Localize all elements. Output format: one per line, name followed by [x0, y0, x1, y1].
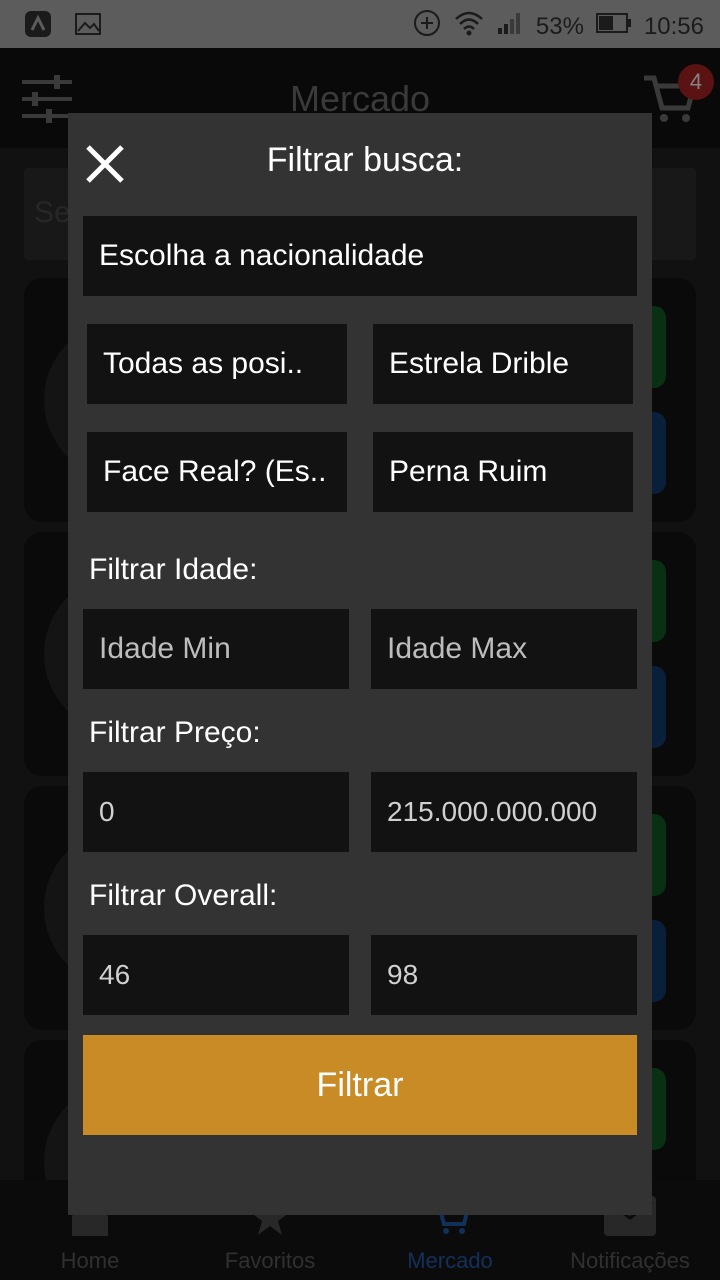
overall-max-input[interactable]: 98	[371, 935, 637, 1015]
price-min-input[interactable]: 0	[83, 772, 349, 852]
star-dribble-select[interactable]: Estrela Drible	[373, 324, 633, 404]
price-max-input[interactable]: 215.000.000.000	[371, 772, 637, 852]
age-min-input[interactable]: Idade Min	[83, 609, 349, 689]
position-select[interactable]: Todas as posi..	[87, 324, 347, 404]
filter-button[interactable]: Filtrar	[83, 1035, 637, 1135]
filter-dialog: Filtrar busca: Escolha a nacionalidade T…	[68, 113, 652, 1215]
signal-icon	[496, 10, 524, 43]
clock: 10:56	[643, 12, 704, 40]
age-filter-label: Filtrar Idade:	[89, 553, 258, 586]
overall-filter-label: Filtrar Overall:	[89, 879, 278, 912]
age-max-input[interactable]: Idade Max	[371, 609, 637, 689]
weak-foot-select[interactable]: Perna Ruim	[373, 432, 633, 512]
wifi-icon	[454, 9, 484, 44]
battery-icon	[595, 12, 632, 41]
nationality-select[interactable]: Escolha a nacionalidade	[83, 216, 637, 296]
image-icon	[74, 12, 102, 41]
data-saver-icon	[412, 8, 442, 45]
real-face-select[interactable]: Face Real? (Es..	[87, 432, 347, 512]
status-bar: 53% 10:56	[0, 0, 720, 48]
price-filter-label: Filtrar Preço:	[89, 716, 261, 749]
battery-percent: 53%	[535, 12, 584, 40]
overall-min-input[interactable]: 46	[83, 935, 349, 1015]
dialog-title: Filtrar busca:	[266, 141, 464, 179]
app-launcher-icon	[24, 10, 52, 43]
